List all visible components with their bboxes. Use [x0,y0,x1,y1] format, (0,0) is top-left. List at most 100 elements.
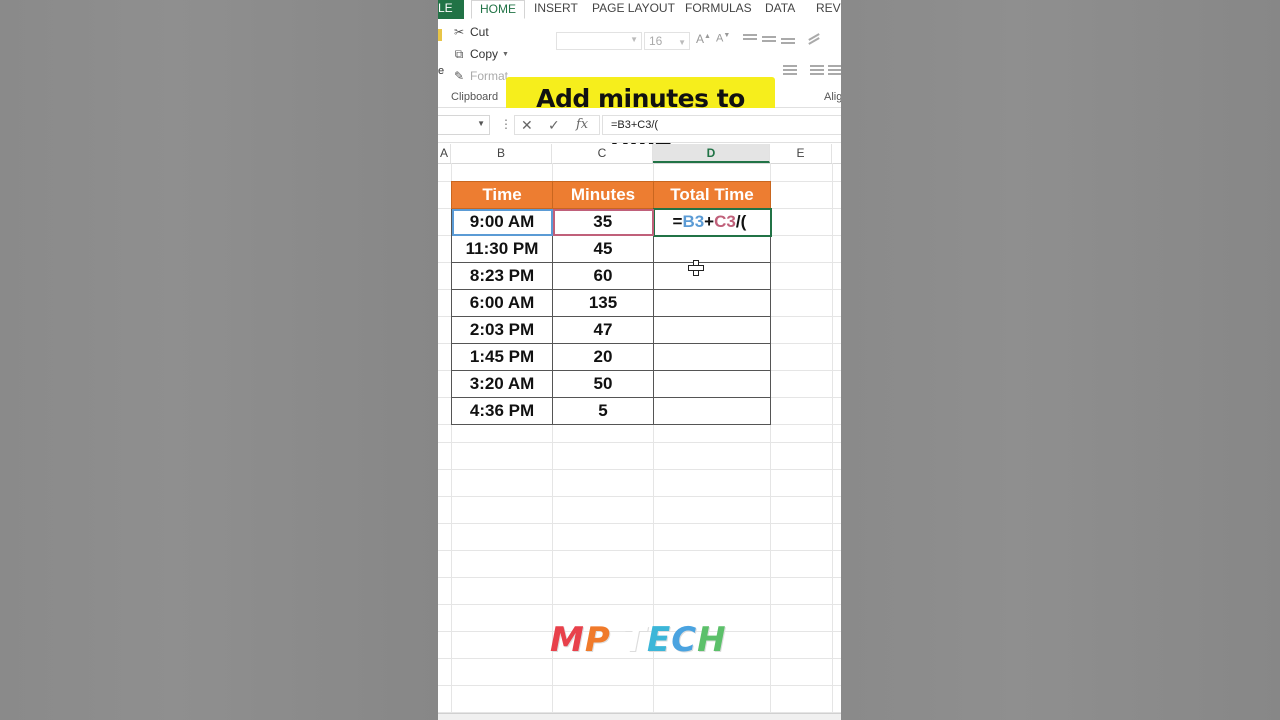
table-header-row: Time Minutes Total Time [451,181,771,209]
cell-d6[interactable] [653,289,771,317]
chevron-down-icon: ▼ [630,35,638,44]
copy-button[interactable]: ⧉ Copy ▼ [452,47,509,61]
insert-function-icon[interactable]: fx [576,117,588,132]
formula-ref-c3: C3 [714,212,736,231]
cell-select-cursor-icon [688,260,704,276]
cut-button[interactable]: ✂ Cut [452,25,489,39]
tab-data[interactable]: DATA [765,0,795,19]
cell-c9[interactable]: 50 [552,370,654,398]
align-right-icon[interactable] [783,65,797,75]
alignment-group-label: Alig [824,91,841,103]
increase-font-size-icon[interactable]: A▲ [696,32,711,46]
cell-b9[interactable]: 3:20 AM [451,370,553,398]
blurred-background-right [841,0,1280,720]
logo-text: MP TECH [550,620,727,660]
clipboard-group-label: Clipboard [451,91,499,103]
table-row: 9:00 AM 35 =B3+C3/( [451,207,772,237]
column-header-c[interactable]: C [552,144,653,163]
cut-label: Cut [470,25,489,39]
formula-bar: ▼ ⋮ ✕ ✓ fx =B3+C3/( [438,108,841,143]
table-row: 8:23 PM 60 [451,262,771,290]
font-size-value: 16 [649,34,663,48]
scissors-icon: ✂ [453,25,465,39]
ribbon-tabs: LE HOME INSERT PAGE LAYOUT FORMULAS DATA… [438,0,841,20]
cell-d10[interactable] [653,397,771,425]
table-row: 4:36 PM 5 [451,397,771,425]
cell-c5[interactable]: 60 [552,262,654,290]
sheet-tabs-bar[interactable] [438,713,841,720]
formula-eq: = [672,212,683,231]
header-total-time[interactable]: Total Time [653,181,771,209]
time-table: Time Minutes Total Time 9:00 AM 35 =B3+C… [451,181,772,425]
cell-d7[interactable] [653,316,771,344]
tab-review[interactable]: REVI [816,0,841,19]
chevron-down-icon: ▼ [477,119,485,128]
cell-c6[interactable]: 135 [552,289,654,317]
tab-page-layout[interactable]: PAGE LAYOUT [592,0,675,19]
tab-home[interactable]: HOME [471,0,525,19]
paste-label: e [438,65,445,77]
formula-plus: + [704,212,715,231]
cell-c10[interactable]: 5 [552,397,654,425]
cell-c8[interactable]: 20 [552,343,654,371]
column-headers: A B C D E [438,144,841,164]
tab-insert[interactable]: INSERT [534,0,578,19]
cell-d9[interactable] [653,370,771,398]
cell-b6[interactable]: 6:00 AM [451,289,553,317]
cell-c4[interactable]: 45 [552,235,654,263]
cell-d4[interactable] [653,235,771,263]
cell-b7[interactable]: 2:03 PM [451,316,553,344]
enter-check-icon[interactable]: ✓ [548,117,560,134]
table-row: 6:00 AM 135 [451,289,771,317]
formula-input[interactable]: =B3+C3/( [602,115,841,135]
chevron-down-icon[interactable]: ▼ [502,51,509,58]
font-size-select[interactable]: 16 ▼ [644,32,690,50]
tab-file[interactable]: LE [438,0,464,19]
table-row: 1:45 PM 20 [451,343,771,371]
formula-ref-b3: B3 [682,212,705,231]
header-minutes[interactable]: Minutes [552,181,654,209]
cell-d8[interactable] [653,343,771,371]
column-header-a[interactable]: A [438,144,451,163]
formula-bar-handle-icon[interactable]: ⋮ [500,117,512,131]
copy-icon: ⧉ [454,47,464,61]
align-top-icon[interactable] [743,34,757,44]
ribbon-home: e ✂ Cut ⧉ Copy ▼ ✎ Format Clipboard ▼ 16… [438,19,841,156]
table-row: 11:30 PM 45 [451,235,771,263]
align-bottom-icon[interactable] [781,38,795,48]
excel-window: LE HOME INSERT PAGE LAYOUT FORMULAS DATA… [438,0,841,720]
cell-c3[interactable]: 35 [552,208,654,236]
decrease-indent-icon[interactable] [810,65,824,75]
formula-buttons: ✕ ✓ fx [514,115,600,135]
cell-b3[interactable]: 9:00 AM [451,208,553,236]
font-name-select[interactable]: ▼ [556,32,642,50]
format-painter-label: Format [470,69,509,83]
column-header-e[interactable]: E [770,144,832,163]
format-painter-button[interactable]: ✎ Format [452,69,508,83]
chevron-down-icon: ▼ [678,38,686,47]
align-middle-icon[interactable] [762,36,776,46]
cell-b10[interactable]: 4:36 PM [451,397,553,425]
cell-b8[interactable]: 1:45 PM [451,343,553,371]
column-header-b[interactable]: B [451,144,552,163]
table-row: 2:03 PM 47 [451,316,771,344]
header-time[interactable]: Time [451,181,553,209]
name-box[interactable]: ▼ [438,115,490,135]
blurred-background-left [0,0,438,720]
orientation-icon[interactable] [808,33,820,46]
tab-formulas[interactable]: FORMULAS [685,0,752,19]
paintbrush-icon: ✎ [453,69,465,83]
table-row: 3:20 AM 50 [451,370,771,398]
cell-b4[interactable]: 11:30 PM [451,235,553,263]
paste-icon[interactable] [438,29,442,41]
cell-d3-editing[interactable]: =B3+C3/( [652,207,772,237]
cell-c7[interactable]: 47 [552,316,654,344]
mp-tech-logo: MP TECH [550,620,730,664]
column-header-d[interactable]: D [653,144,770,163]
cancel-icon[interactable]: ✕ [521,117,533,134]
decrease-font-size-icon[interactable]: A▼ [716,32,730,45]
increase-indent-icon[interactable] [828,65,841,75]
copy-label: Copy [470,47,499,61]
cell-b5[interactable]: 8:23 PM [451,262,553,290]
cell-d5[interactable] [653,262,771,290]
